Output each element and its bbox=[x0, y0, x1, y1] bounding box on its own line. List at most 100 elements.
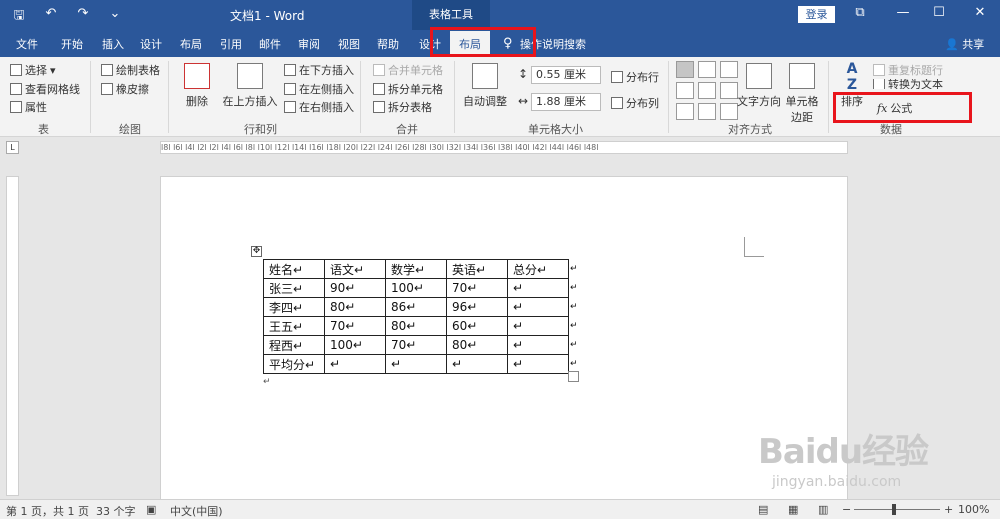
align-middle-left-icon[interactable] bbox=[676, 82, 694, 99]
table-cell[interactable]: 语文↵ bbox=[324, 259, 386, 279]
split-cells-button[interactable]: 拆分单元格 bbox=[373, 81, 443, 97]
table-cell[interactable]: 80↵ bbox=[385, 316, 447, 336]
zoom-level[interactable]: 100% bbox=[958, 503, 989, 516]
table-cell[interactable]: 数学↵ bbox=[385, 259, 447, 279]
maximize-icon[interactable]: ☐ bbox=[929, 5, 949, 20]
table-move-handle-icon[interactable]: ✥ bbox=[251, 246, 262, 257]
merge-cells-button[interactable]: 合并单元格 bbox=[373, 62, 443, 78]
word-count[interactable]: 33 个字 bbox=[96, 503, 136, 519]
table-cell[interactable]: 平均分↵ bbox=[263, 354, 325, 374]
print-layout-icon[interactable]: ▦ bbox=[788, 503, 798, 516]
undo-icon[interactable]: ↶ bbox=[42, 6, 60, 28]
table-cell[interactable]: 86↵ bbox=[385, 297, 447, 317]
zoom-in-icon[interactable]: + bbox=[944, 503, 953, 516]
table-cell[interactable]: 100↵ bbox=[385, 278, 447, 298]
tab-layout[interactable]: 布局 bbox=[180, 36, 202, 52]
quick-access-toolbar: 🖫 ↶ ↷ ⌄ bbox=[10, 6, 124, 28]
row-height-input[interactable]: 0.55 厘米 bbox=[531, 66, 601, 84]
login-button[interactable]: 登录 bbox=[798, 6, 835, 23]
convert-to-text-button[interactable]: 转换为文本 bbox=[873, 79, 943, 89]
table-cell[interactable]: ↵ bbox=[324, 354, 386, 374]
language[interactable]: 中文(中国) bbox=[170, 503, 223, 519]
table-cell[interactable]: 96↵ bbox=[446, 297, 508, 317]
table-cell[interactable]: 80↵ bbox=[324, 297, 386, 317]
tab-references[interactable]: 引用 bbox=[220, 36, 242, 52]
tab-file[interactable]: 文件 bbox=[16, 36, 38, 52]
save-icon[interactable]: 🖫 bbox=[10, 6, 28, 28]
tab-mailings[interactable]: 邮件 bbox=[259, 36, 281, 52]
tab-design[interactable]: 设计 bbox=[140, 36, 162, 52]
score-table[interactable]: 姓名↵ 语文↵ 数学↵ 英语↵ 总分↵ ↵ 张三↵ 90↵ 100↵ 70↵ ↵ ↵ 李四↵ 80↵ 86↵… bbox=[263, 259, 579, 374]
table-cell[interactable]: 70↵ bbox=[324, 316, 386, 336]
table-cell[interactable]: 总分↵ bbox=[507, 259, 569, 279]
table-cell[interactable]: 70↵ bbox=[446, 278, 508, 298]
properties-button[interactable]: 属性 bbox=[10, 99, 47, 115]
table-cell[interactable]: 王五↵ bbox=[263, 316, 325, 336]
align-bottom-center-icon[interactable] bbox=[698, 103, 716, 120]
view-gridlines-button[interactable]: 查看网格线 bbox=[10, 81, 80, 97]
close-icon[interactable]: ✕ bbox=[970, 5, 990, 20]
column-width-input[interactable]: 1.88 厘米 bbox=[531, 93, 601, 111]
tab-help[interactable]: 帮助 bbox=[377, 36, 399, 52]
table-cell[interactable]: ↵ bbox=[507, 354, 569, 374]
table-cell[interactable]: 程西↵ bbox=[263, 335, 325, 355]
customize-qat-icon[interactable]: ⌄ bbox=[106, 6, 124, 28]
proofing-icon[interactable]: ▣ bbox=[146, 503, 156, 516]
cell-margins-button[interactable]: 单元格 边距 bbox=[784, 63, 820, 125]
eraser-button[interactable]: 橡皮擦 bbox=[101, 81, 149, 97]
vertical-ruler[interactable] bbox=[6, 176, 19, 496]
table-cell[interactable]: 英语↵ bbox=[446, 259, 508, 279]
row-end-mark: ↵ bbox=[570, 264, 578, 274]
redo-icon[interactable]: ↷ bbox=[74, 6, 92, 28]
tab-review[interactable]: 审阅 bbox=[298, 36, 320, 52]
align-top-center-icon[interactable] bbox=[698, 61, 716, 78]
insert-right-button[interactable]: 在右侧插入 bbox=[284, 99, 354, 115]
delete-button[interactable]: 删除 bbox=[180, 63, 214, 109]
draw-table-button[interactable]: 绘制表格 bbox=[101, 62, 160, 78]
table-cell[interactable]: 80↵ bbox=[446, 335, 508, 355]
table-cell[interactable]: ↵ bbox=[507, 278, 569, 298]
horizontal-ruler[interactable]: l8l l6l l4l l2l l2l l4l l6l l8l l10l l12… bbox=[160, 141, 848, 154]
table-cell[interactable]: ↵ bbox=[446, 354, 508, 374]
table-cell[interactable]: 张三↵ bbox=[263, 278, 325, 298]
distribute-rows-button[interactable]: 分布行 bbox=[611, 69, 659, 85]
text-direction-button[interactable]: 文字方向 bbox=[736, 63, 782, 109]
table-cell[interactable]: 60↵ bbox=[446, 316, 508, 336]
table-resize-handle[interactable] bbox=[568, 371, 579, 382]
tab-insert[interactable]: 插入 bbox=[102, 36, 124, 52]
select-button[interactable]: 选择 ▾ bbox=[10, 62, 56, 78]
table-cell[interactable]: 90↵ bbox=[324, 278, 386, 298]
tab-selector-icon[interactable]: L bbox=[6, 141, 19, 154]
table-cell[interactable]: ↵ bbox=[385, 354, 447, 374]
autofit-button[interactable]: 自动调整 bbox=[460, 63, 510, 109]
align-bottom-left-icon[interactable] bbox=[676, 103, 694, 120]
distribute-columns-button[interactable]: 分布列 bbox=[611, 95, 659, 111]
zoom-slider-thumb[interactable] bbox=[892, 504, 896, 515]
table-cell[interactable]: ↵ bbox=[507, 335, 569, 355]
read-mode-icon[interactable]: ▤ bbox=[758, 503, 768, 516]
split-table-button[interactable]: 拆分表格 bbox=[373, 99, 432, 115]
zoom-out-icon[interactable]: − bbox=[842, 503, 851, 516]
tab-home[interactable]: 开始 bbox=[61, 36, 83, 52]
insert-left-button[interactable]: 在左侧插入 bbox=[284, 81, 354, 97]
table-cell[interactable]: 70↵ bbox=[385, 335, 447, 355]
insert-above-button[interactable]: 在上方插入 bbox=[222, 63, 278, 109]
align-middle-center-icon[interactable] bbox=[698, 82, 716, 99]
insert-below-button[interactable]: 在下方插入 bbox=[284, 62, 354, 78]
web-layout-icon[interactable]: ▥ bbox=[818, 503, 828, 516]
tab-view[interactable]: 视图 bbox=[338, 36, 360, 52]
ribbon-display-options-icon[interactable]: ⧉ bbox=[850, 5, 870, 20]
table-cell[interactable]: ↵ bbox=[507, 316, 569, 336]
align-top-left-icon[interactable] bbox=[676, 61, 694, 78]
divider bbox=[668, 61, 669, 133]
table-cell[interactable]: 100↵ bbox=[324, 335, 386, 355]
table-cell[interactable]: ↵ bbox=[507, 297, 569, 317]
page-count[interactable]: 第 1 页，共 1 页 bbox=[6, 503, 89, 519]
table-cell[interactable]: 李四↵ bbox=[263, 297, 325, 317]
group-label-table: 表 bbox=[38, 123, 49, 136]
minimize-icon[interactable]: — bbox=[893, 5, 913, 20]
share-button[interactable]: 👤 共享 bbox=[945, 36, 984, 52]
table-cell[interactable]: 姓名↵ bbox=[263, 259, 325, 279]
repeat-header-rows-button[interactable]: 重复标题行 bbox=[873, 62, 943, 78]
zoom-slider[interactable] bbox=[854, 509, 940, 510]
